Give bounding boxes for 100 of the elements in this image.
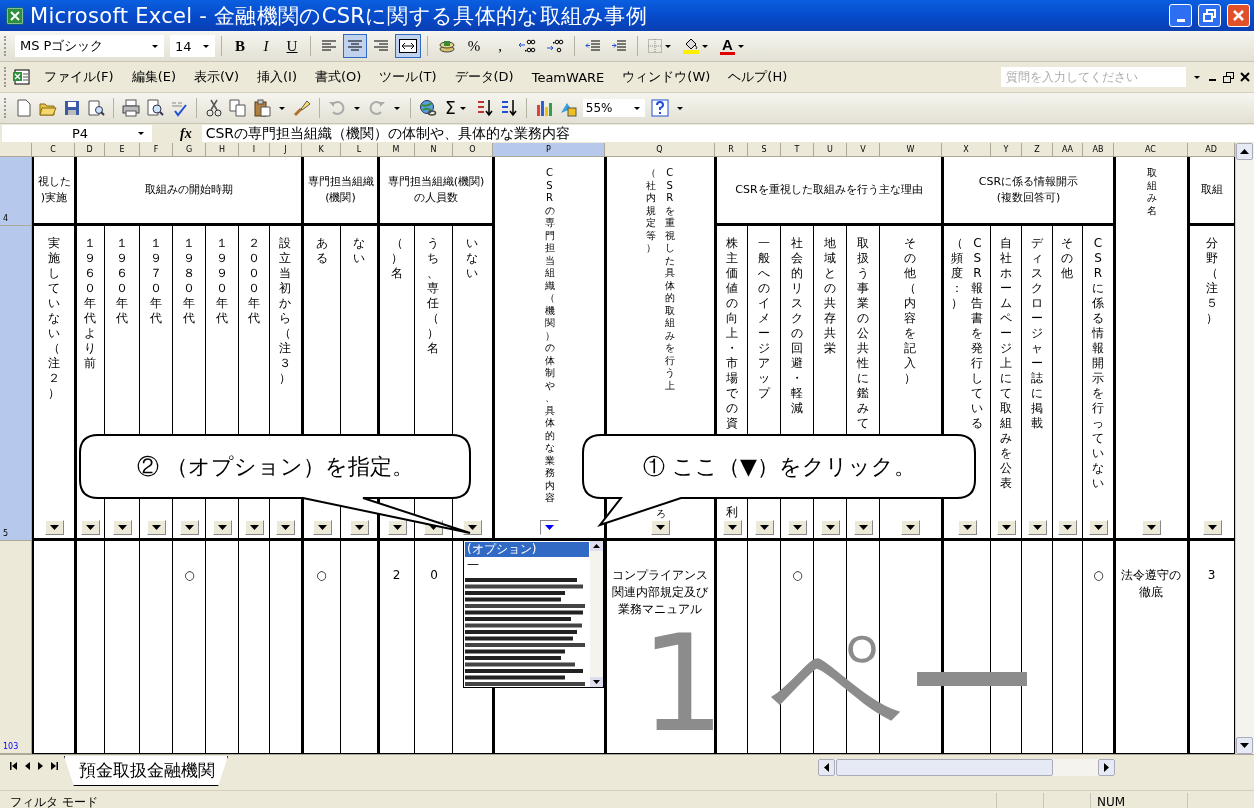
column-header[interactable]: J: [270, 143, 302, 157]
globe-icon[interactable]: [419, 99, 437, 117]
help-icon[interactable]: [650, 99, 669, 117]
menu-item[interactable]: 編集(E): [122, 65, 185, 89]
print-preview-icon[interactable]: [146, 99, 164, 117]
spreadsheet-document-icon[interactable]: [13, 69, 31, 85]
menu-item[interactable]: ウィンドウ(W): [613, 65, 720, 89]
align-center-button[interactable]: [343, 34, 367, 58]
paste-icon[interactable]: [253, 99, 271, 117]
menu-item[interactable]: ヘルプ(H): [719, 65, 797, 89]
zoom-dropdown[interactable]: 55%: [582, 99, 645, 117]
scroll-down-icon[interactable]: [590, 677, 603, 687]
merge-button[interactable]: [395, 34, 421, 58]
menu-item[interactable]: データ(D): [445, 65, 523, 89]
restore-icon[interactable]: [1223, 71, 1234, 83]
column-header-text: 取扱う事業の公共性に鑑みて: [856, 236, 870, 431]
column-header[interactable]: R: [715, 143, 748, 157]
close-icon[interactable]: [1240, 72, 1250, 82]
autosum-button[interactable]: Σ: [443, 98, 470, 118]
column-header[interactable]: Q: [605, 143, 715, 157]
menu-item[interactable]: TeamWARE: [522, 66, 614, 88]
column-header[interactable]: AD: [1188, 143, 1235, 157]
column-header[interactable]: L: [341, 143, 378, 157]
scroll-down-button[interactable]: [1236, 737, 1253, 754]
column-header[interactable]: X: [942, 143, 991, 157]
group-header: 取組みの開始時期: [75, 157, 302, 226]
triangle-down-icon: [1001, 525, 1011, 530]
column-header[interactable]: T: [781, 143, 814, 157]
copy-icon[interactable]: [229, 99, 247, 117]
comma-button[interactable]: ,: [488, 34, 512, 58]
italic-button[interactable]: I: [254, 34, 278, 58]
paintbrush-icon[interactable]: [293, 99, 311, 117]
menu-item[interactable]: ファイル(F): [35, 65, 123, 89]
scissors-icon[interactable]: [205, 99, 223, 117]
font-size-dropdown[interactable]: 14: [170, 35, 215, 57]
formula-field[interactable]: CSRの専門担当組織（機関）の体制や、具体的な業務内容: [201, 125, 1254, 142]
column-header[interactable]: G: [173, 143, 206, 157]
font-color-button[interactable]: A: [716, 34, 750, 58]
column-header[interactable]: C: [32, 143, 75, 157]
menu-item[interactable]: 表示(V): [185, 65, 249, 89]
next-sheet-icon[interactable]: [38, 762, 43, 770]
spell-check-icon[interactable]: [170, 99, 188, 117]
column-header[interactable]: AA: [1053, 143, 1083, 157]
column-header[interactable]: Y: [991, 143, 1022, 157]
column-header[interactable]: I: [239, 143, 270, 157]
sort-descending-icon[interactable]: [499, 99, 518, 117]
column-header[interactable]: Z: [1022, 143, 1053, 157]
close-button[interactable]: [1227, 4, 1250, 27]
column-header[interactable]: E: [105, 143, 140, 157]
bar-chart-icon[interactable]: [534, 99, 553, 117]
scroll-left-button[interactable]: [818, 759, 835, 776]
document-search-icon[interactable]: [87, 99, 105, 117]
row-header[interactable]: 103: [0, 541, 32, 754]
column-header[interactable]: AB: [1083, 143, 1114, 157]
first-sheet-icon[interactable]: [10, 762, 17, 770]
menu-item[interactable]: 書式(O): [306, 65, 371, 89]
column-header[interactable]: S: [748, 143, 781, 157]
triangle-down-icon: [392, 525, 402, 530]
column-header[interactable]: U: [814, 143, 847, 157]
indent-decrease-icon: [585, 39, 601, 53]
row-header[interactable]: 5: [0, 226, 32, 541]
sheet-tab[interactable]: 預金取扱金融機関: [64, 756, 228, 786]
sort-ascending-icon[interactable]: [475, 99, 494, 117]
font-name-dropdown[interactable]: MS Pゴシック: [15, 35, 164, 57]
row-header[interactable]: 4: [0, 157, 32, 226]
column-header[interactable]: W: [880, 143, 942, 157]
underline-button[interactable]: U: [280, 34, 304, 58]
restore-button[interactable]: [1198, 4, 1221, 27]
filter-dropdown-button[interactable]: [540, 520, 559, 535]
column-header[interactable]: H: [206, 143, 239, 157]
column-header[interactable]: D: [75, 143, 105, 157]
percent-button[interactable]: %: [462, 34, 486, 58]
list-item[interactable]: (オプション): [465, 542, 589, 557]
column-header-text: １９７０年代: [149, 236, 163, 326]
list-item[interactable]: —: [465, 557, 589, 572]
previous-sheet-icon[interactable]: [25, 762, 30, 770]
column-header[interactable]: O: [453, 143, 493, 157]
scroll-up-icon[interactable]: [590, 541, 603, 551]
column-header[interactable]: M: [378, 143, 415, 157]
menu-item[interactable]: ツール(T): [370, 65, 446, 89]
new-document-icon[interactable]: [15, 99, 33, 117]
bold-button[interactable]: B: [228, 34, 252, 58]
save-icon[interactable]: [63, 99, 81, 117]
last-sheet-icon[interactable]: [51, 762, 58, 770]
scroll-up-button[interactable]: [1236, 143, 1253, 160]
minimize-button[interactable]: [1169, 4, 1192, 27]
column-header[interactable]: N: [415, 143, 453, 157]
scroll-right-button[interactable]: [1098, 759, 1115, 776]
column-header[interactable]: P: [493, 143, 605, 157]
scroll-thumb[interactable]: [836, 759, 1053, 776]
caret-icon: [279, 106, 285, 110]
column-header[interactable]: F: [140, 143, 173, 157]
name-box[interactable]: P4: [2, 125, 152, 142]
column-header[interactable]: V: [847, 143, 880, 157]
column-header[interactable]: AC: [1114, 143, 1188, 157]
column-header[interactable]: K: [302, 143, 341, 157]
help-search-field[interactable]: 質問を入力してください: [1001, 67, 1186, 87]
menu-item[interactable]: 挿入(I): [248, 65, 306, 89]
insert-function-button[interactable]: fx: [180, 125, 192, 142]
print-icon[interactable]: [122, 99, 140, 117]
